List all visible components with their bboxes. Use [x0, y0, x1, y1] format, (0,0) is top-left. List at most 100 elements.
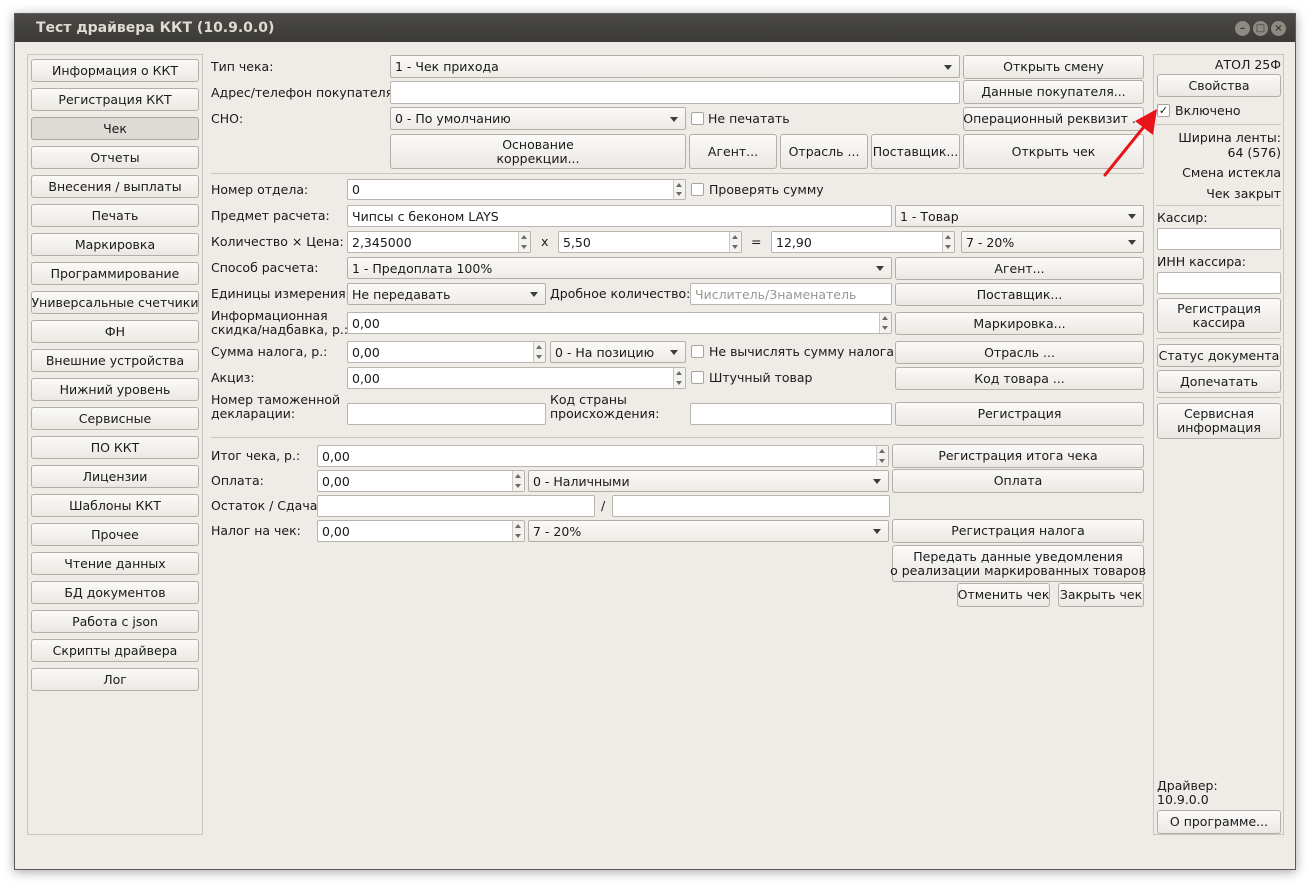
buyer-data-button[interactable]: Данные покупателя... [963, 80, 1144, 104]
marking-button[interactable]: Маркировка... [895, 312, 1144, 335]
sidebar-item[interactable]: Внешние устройства [31, 349, 199, 372]
chevron-down-icon [1128, 214, 1136, 219]
sidebar-item[interactable]: Нижний уровень [31, 378, 199, 401]
sidebar: Информация о ККТ Регистрация ККТ Чек Отчеты… [27, 54, 203, 835]
register-tax-button[interactable]: Регистрация налога [892, 519, 1144, 543]
no-print-checkbox[interactable] [691, 112, 704, 125]
vat-select[interactable]: 7 - 20% [961, 231, 1144, 253]
receipt-type-label: Тип чека: [211, 59, 274, 74]
sum-input[interactable]: 12,90 [771, 231, 955, 253]
tax-sum-input[interactable]: 0,00 [347, 341, 546, 363]
chevron-down-icon [873, 529, 881, 534]
position-supplier-button[interactable]: Поставщик... [895, 283, 1144, 306]
open-shift-button[interactable]: Открыть смену [963, 55, 1144, 79]
cashier-inn-input[interactable] [1157, 272, 1281, 294]
reprint-button[interactable]: Допечатать [1157, 370, 1281, 393]
spin-icon[interactable] [518, 232, 530, 252]
sidebar-item[interactable]: Шаблоны ККТ [31, 494, 199, 517]
sidebar-item[interactable]: Лицензии [31, 465, 199, 488]
item-name-input[interactable]: Чипсы с беконом LAYS [347, 205, 892, 227]
notify-marked-goods-button[interactable]: Передать данные уведомления о реализации … [890, 545, 1146, 582]
sidebar-item[interactable]: Скрипты драйвера [31, 639, 199, 662]
position-industry-button[interactable]: Отрасль ... [895, 341, 1144, 364]
close-icon[interactable]: × [1271, 21, 1286, 36]
sidebar-item[interactable]: Печать [31, 204, 199, 227]
chevron-down-icon [530, 292, 538, 297]
spin-icon[interactable] [729, 232, 741, 252]
piece-goods-checkbox[interactable] [691, 371, 704, 384]
register-cashier-button[interactable]: Регистрация кассира [1157, 298, 1281, 333]
register-total-button[interactable]: Регистрация итога чека [892, 444, 1144, 468]
qty-price-label: Количество × Цена: [211, 234, 344, 249]
receipt-tax-select[interactable]: 7 - 20% [528, 520, 889, 542]
customs-input[interactable] [347, 403, 546, 425]
correction-basis-button[interactable]: Основание коррекции... [390, 134, 686, 169]
sidebar-item[interactable]: Работа с json [31, 610, 199, 633]
spin-icon[interactable] [673, 368, 685, 388]
total-label: Итог чека, р.: [211, 448, 301, 463]
sidebar-item[interactable]: Универсальные счетчики [31, 291, 199, 314]
change-input[interactable] [612, 495, 890, 517]
minimize-icon[interactable]: – [1235, 21, 1250, 36]
price-input[interactable]: 5,50 [558, 231, 742, 253]
maximize-icon[interactable]: □ [1253, 21, 1268, 36]
sidebar-item[interactable]: Внесения / выплаты [31, 175, 199, 198]
spin-icon[interactable] [673, 180, 685, 199]
sidebar-item[interactable]: Программирование [31, 262, 199, 285]
spin-icon[interactable] [876, 446, 888, 466]
sidebar-item[interactable]: Прочее [31, 523, 199, 546]
close-receipt-button[interactable]: Закрыть чек [1058, 583, 1144, 607]
tax-mode-select[interactable]: 0 - На позицию [550, 341, 686, 363]
sidebar-item[interactable]: Чек [31, 117, 199, 140]
properties-button[interactable]: Свойства [1157, 74, 1281, 97]
check-sum-checkbox[interactable] [691, 183, 704, 196]
sidebar-item[interactable]: Чтение данных [31, 552, 199, 575]
sno-select[interactable]: 0 - По умолчанию [390, 107, 686, 130]
about-button[interactable]: О программе... [1157, 810, 1281, 834]
receipt-tax-input[interactable]: 0,00 [317, 520, 525, 542]
spin-icon[interactable] [533, 342, 545, 362]
sidebar-item[interactable]: Отчеты [31, 146, 199, 169]
sidebar-item[interactable]: Лог [31, 668, 199, 691]
spin-icon[interactable] [942, 232, 954, 252]
document-status-button[interactable]: Статус документа [1157, 344, 1281, 367]
sidebar-item[interactable]: Информация о ККТ [31, 59, 199, 82]
sidebar-item[interactable]: Сервисные [31, 407, 199, 430]
payment-type-select[interactable]: 0 - Наличными [528, 470, 889, 492]
sidebar-item[interactable]: ПО ККТ [31, 436, 199, 459]
fraction-input[interactable]: Числитель/Знаменатель [690, 283, 892, 305]
item-type-select[interactable]: 1 - Товар [895, 205, 1144, 227]
supplier-button[interactable]: Поставщик... [871, 134, 960, 169]
total-input[interactable]: 0,00 [317, 445, 889, 467]
cancel-receipt-button[interactable]: Отменить чек [957, 583, 1050, 607]
spin-icon[interactable] [879, 313, 891, 333]
product-code-button[interactable]: Код товара ... [895, 367, 1144, 390]
industry-button[interactable]: Отрасль ... [780, 134, 868, 169]
sidebar-item[interactable]: Регистрация ККТ [31, 88, 199, 111]
chevron-down-icon [944, 64, 952, 70]
register-position-button[interactable]: Регистрация [895, 402, 1144, 426]
payment-input[interactable]: 0,00 [317, 470, 525, 492]
sidebar-item[interactable]: Маркировка [31, 233, 199, 256]
remainder-input[interactable] [317, 495, 595, 517]
sidebar-item[interactable]: БД документов [31, 581, 199, 604]
position-agent-button[interactable]: Агент... [895, 257, 1144, 280]
cashier-input[interactable] [1157, 228, 1281, 250]
payment-method-select[interactable]: 1 - Предоплата 100% [347, 257, 892, 279]
service-info-button[interactable]: Сервисная информация [1157, 403, 1281, 439]
buyer-address-input[interactable] [390, 81, 960, 104]
spin-icon[interactable] [512, 471, 524, 491]
agent-button[interactable]: Агент... [689, 134, 777, 169]
payment-button[interactable]: Оплата [892, 469, 1144, 493]
country-input[interactable] [690, 403, 892, 425]
sidebar-item[interactable]: ФН [31, 320, 199, 343]
quantity-input[interactable]: 2,345000 [347, 231, 531, 253]
discount-input[interactable]: 0,00 [347, 312, 892, 334]
spin-icon[interactable] [512, 521, 524, 541]
receipt-type-select[interactable]: 1 - Чек прихода [390, 55, 960, 78]
units-select[interactable]: Не передавать [347, 283, 546, 305]
check-sum-label: Проверять сумму [709, 182, 824, 197]
department-input[interactable]: 0 [347, 179, 686, 200]
excise-input[interactable]: 0,00 [347, 367, 686, 389]
no-calc-tax-checkbox[interactable] [691, 345, 704, 358]
